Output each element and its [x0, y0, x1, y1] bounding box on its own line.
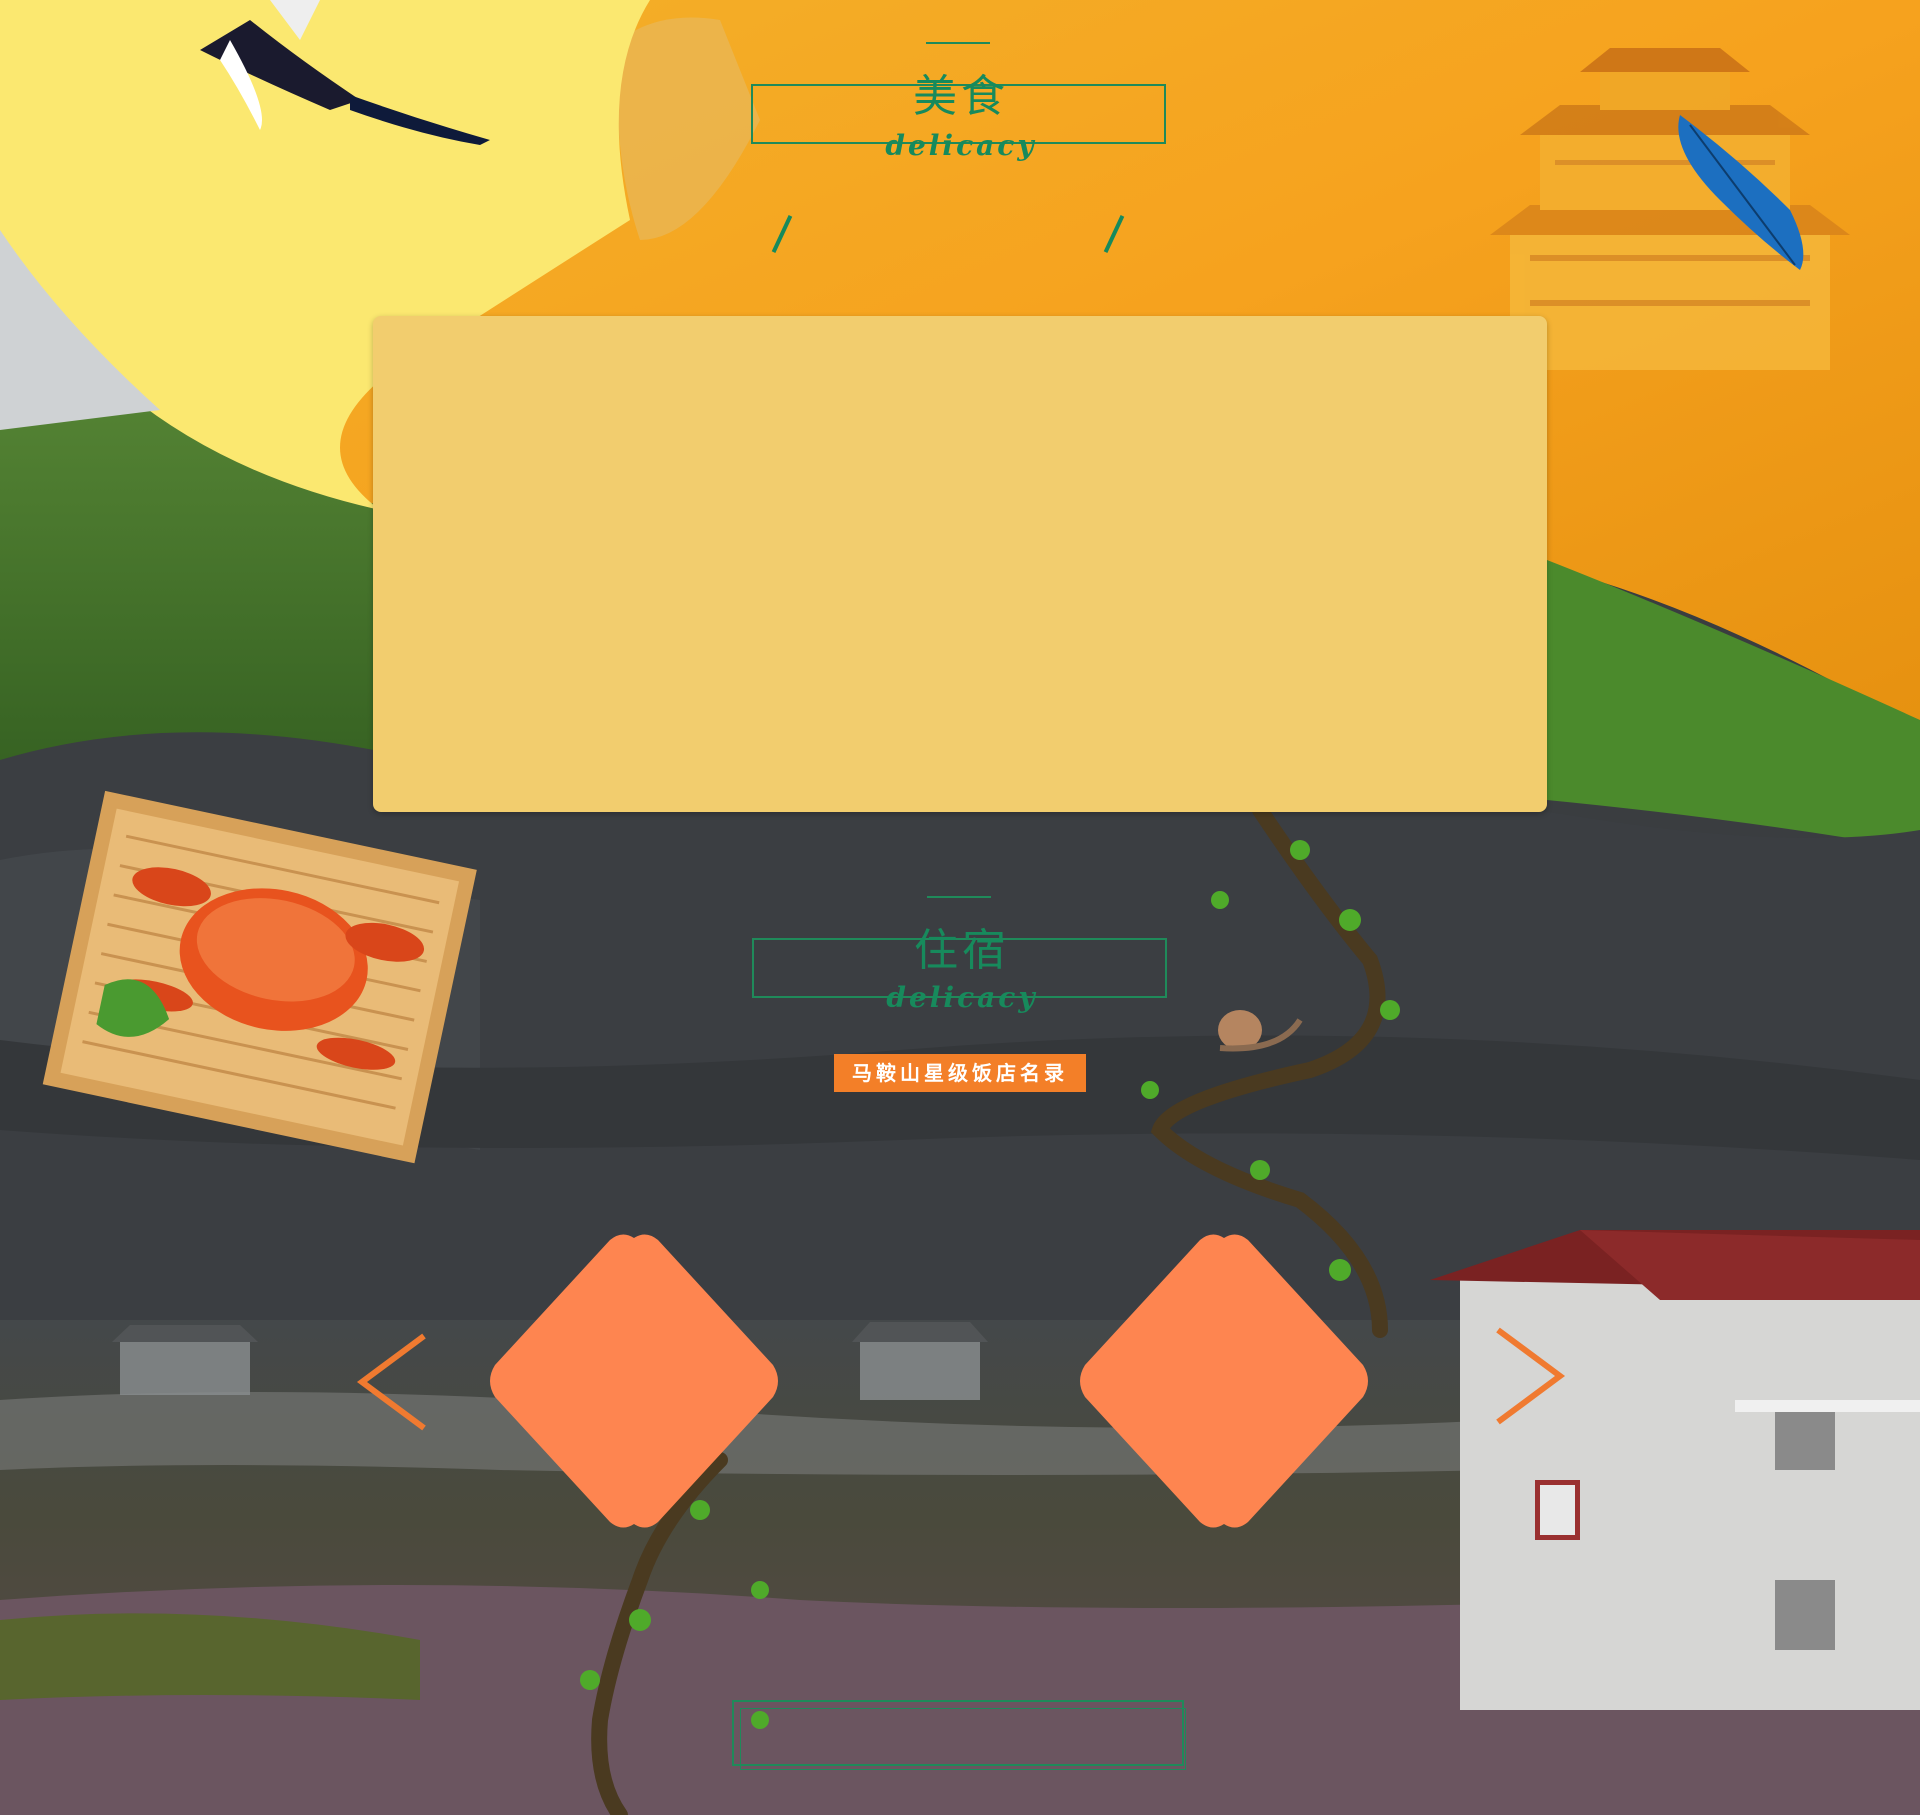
food-section-title: 美食 delicacy [751, 42, 1171, 160]
title-top-line [927, 896, 991, 898]
carousel-item-1[interactable] [483, 1230, 785, 1532]
lodging-title-en: delicacy [886, 981, 1038, 1014]
food-content-card [373, 316, 1547, 812]
chevron-right-icon[interactable] [1490, 1326, 1570, 1426]
food-title-zh: 美食 [913, 71, 1009, 122]
title-top-line [926, 42, 990, 44]
food-title-en: delicacy [885, 129, 1037, 162]
lodging-title-zh: 住宿 [914, 925, 1010, 976]
carousel-item-2[interactable] [1073, 1230, 1375, 1532]
hotel-directory-button[interactable]: 马鞍山星级饭店名录 [834, 1054, 1086, 1092]
page: 美食 delicacy 住宿 delicacy 马鞍山星级饭店名录 [0, 0, 1920, 1815]
chevron-left-icon[interactable] [352, 1332, 432, 1432]
lodging-section-title: 住宿 delicacy [752, 896, 1172, 1012]
bottom-title-frame-inner [740, 1708, 1186, 1770]
